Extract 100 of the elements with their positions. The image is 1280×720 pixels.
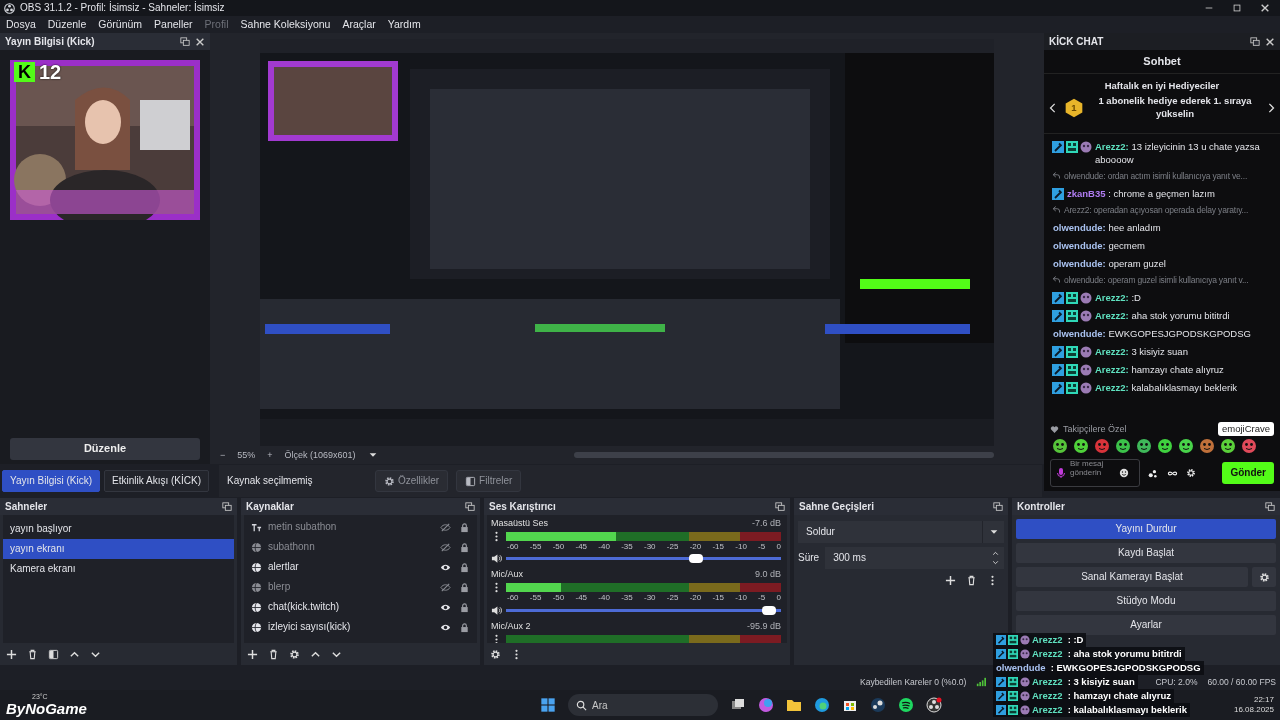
slider-thumb[interactable] — [761, 605, 776, 615]
gear-icon[interactable] — [289, 648, 300, 660]
subscriber-badge-icon — [1008, 677, 1018, 687]
chat-message: zkanB35 : chrome a geçmen lazım — [1067, 187, 1216, 200]
clock-date[interactable]: 16.08.2025 — [1233, 705, 1274, 715]
dock-tab[interactable]: Etkinlik Akışı (KİCK) — [104, 470, 209, 492]
speaker-icon[interactable] — [491, 604, 502, 616]
menu-item[interactable]: Görünüm — [98, 18, 143, 31]
maximize-icon[interactable] — [1232, 3, 1242, 13]
menu-item[interactable]: Yardım — [387, 18, 421, 31]
lock-icon[interactable] — [459, 601, 470, 613]
filters-button[interactable]: Filtreler — [456, 470, 522, 492]
browser-icon[interactable] — [814, 697, 830, 713]
add-icon[interactable] — [247, 648, 258, 660]
emote-icon[interactable] — [1157, 438, 1173, 454]
lock-icon[interactable] — [459, 581, 470, 593]
float-icon[interactable] — [993, 501, 1003, 512]
lock-icon[interactable] — [459, 621, 470, 633]
folder-icon[interactable] — [786, 697, 802, 713]
hidden-icon[interactable] — [440, 541, 451, 553]
send-button[interactable]: Gönder — [1222, 462, 1274, 484]
emote-icon[interactable] — [1094, 438, 1110, 454]
emote-icon[interactable] — [1136, 438, 1152, 454]
float-icon[interactable] — [1250, 36, 1260, 47]
menu-item[interactable]: Sahne Koleksiyonu — [240, 18, 331, 31]
steam-icon[interactable] — [870, 697, 886, 713]
source-name[interactable]: izleyici sayısı(kick) — [268, 621, 351, 633]
chat-message: Arezz2: 3 kisiyiz suan — [1095, 345, 1189, 358]
scrollbar[interactable] — [574, 452, 994, 458]
obs-logo-icon — [4, 2, 15, 14]
obs-icon[interactable] — [926, 697, 942, 713]
zoom-out-button[interactable]: − — [220, 449, 226, 461]
control-button[interactable]: Sanal Kamerayı Başlat — [1016, 567, 1248, 587]
message-field[interactable]: Bir mesaj gönderin — [1050, 459, 1140, 487]
settings-icon[interactable] — [1186, 468, 1196, 478]
trash-icon[interactable] — [268, 648, 279, 660]
emote-icon[interactable] — [1178, 438, 1194, 454]
float-icon[interactable] — [775, 501, 785, 512]
emote-icon[interactable] — [1115, 438, 1131, 454]
emote-icon[interactable] — [1052, 438, 1068, 454]
control-button[interactable]: Ayarlar — [1016, 615, 1276, 635]
clock-time[interactable]: 22:17 — [1253, 695, 1274, 705]
settings-button[interactable] — [1252, 567, 1276, 587]
menu-item[interactable]: Düzenle — [47, 18, 87, 31]
hidden-icon[interactable] — [440, 581, 451, 593]
chat-message: Arezz2: hamzayı chate alıyruz — [1095, 363, 1225, 376]
menu-item[interactable]: Paneller — [154, 18, 193, 31]
trash-icon[interactable] — [27, 648, 38, 660]
app-icon[interactable] — [758, 697, 774, 713]
properties-button[interactable]: Özellikler — [374, 470, 449, 492]
float-icon[interactable] — [222, 501, 232, 512]
search-field[interactable]: Ara — [568, 694, 718, 716]
source-name[interactable]: alertlar — [268, 561, 299, 573]
speaker-icon[interactable] — [491, 553, 502, 565]
text-source-icon — [251, 521, 262, 533]
add-icon[interactable] — [6, 648, 17, 660]
music-app-icon[interactable] — [898, 697, 914, 713]
menu-item[interactable]: Araçlar — [342, 18, 376, 31]
scale-label: -30 — [643, 593, 656, 603]
scene-item[interactable]: yayın ekranı — [3, 539, 234, 559]
close-icon[interactable] — [1265, 36, 1275, 47]
message-input[interactable]: Bir mesaj gönderin — [1070, 460, 1116, 486]
close-icon[interactable] — [195, 36, 205, 47]
control-button[interactable]: Kaydı Başlat — [1016, 543, 1276, 563]
emote-icon[interactable] — [1241, 438, 1257, 454]
scene-item[interactable]: yayın başlıyor — [3, 519, 234, 539]
dock-tab[interactable]: Yayın Bilgisi (Kick) — [2, 470, 101, 492]
control-button[interactable]: Yayını Durdur — [1016, 519, 1276, 539]
lock-icon[interactable] — [459, 541, 470, 553]
zoom-in-button[interactable]: + — [267, 449, 273, 461]
advanced-audio-icon[interactable] — [490, 648, 501, 660]
source-name[interactable]: metin subathon — [268, 521, 337, 533]
emote-icon[interactable] — [1073, 438, 1089, 454]
slider-thumb[interactable] — [688, 554, 703, 564]
float-icon[interactable] — [1265, 501, 1275, 512]
duration-field[interactable]: 300 ms — [825, 547, 1004, 569]
bubbles-icon[interactable] — [1148, 467, 1159, 479]
source-name[interactable]: chat(kick.twitch) — [268, 601, 340, 613]
emote-icon[interactable] — [1199, 438, 1215, 454]
transition-dropdown[interactable]: Soldur — [798, 521, 1004, 543]
filter-icon[interactable] — [48, 648, 59, 660]
trash-icon[interactable] — [966, 575, 977, 586]
close-icon[interactable] — [1260, 3, 1270, 13]
start-icon[interactable] — [540, 697, 556, 713]
spin-up-icon — [992, 550, 999, 557]
add-icon[interactable] — [945, 575, 956, 586]
lock-icon[interactable] — [459, 521, 470, 533]
float-icon[interactable] — [465, 501, 475, 512]
float-icon[interactable] — [180, 36, 190, 47]
lock-icon[interactable] — [459, 561, 470, 573]
menu-item[interactable]: Dosya — [6, 18, 36, 31]
source-name[interactable]: blerp — [268, 581, 291, 593]
control-button[interactable]: Stüdyo Modu — [1016, 591, 1276, 611]
filter-icon — [465, 475, 477, 487]
edit-button[interactable]: Düzenle — [10, 438, 200, 460]
source-name[interactable]: subathonn — [268, 541, 315, 553]
emoji-icon[interactable] — [1119, 468, 1129, 478]
emote-icon[interactable] — [1220, 438, 1236, 454]
hidden-icon[interactable] — [440, 521, 451, 533]
scene-item[interactable]: Kamera ekranı — [3, 559, 234, 579]
